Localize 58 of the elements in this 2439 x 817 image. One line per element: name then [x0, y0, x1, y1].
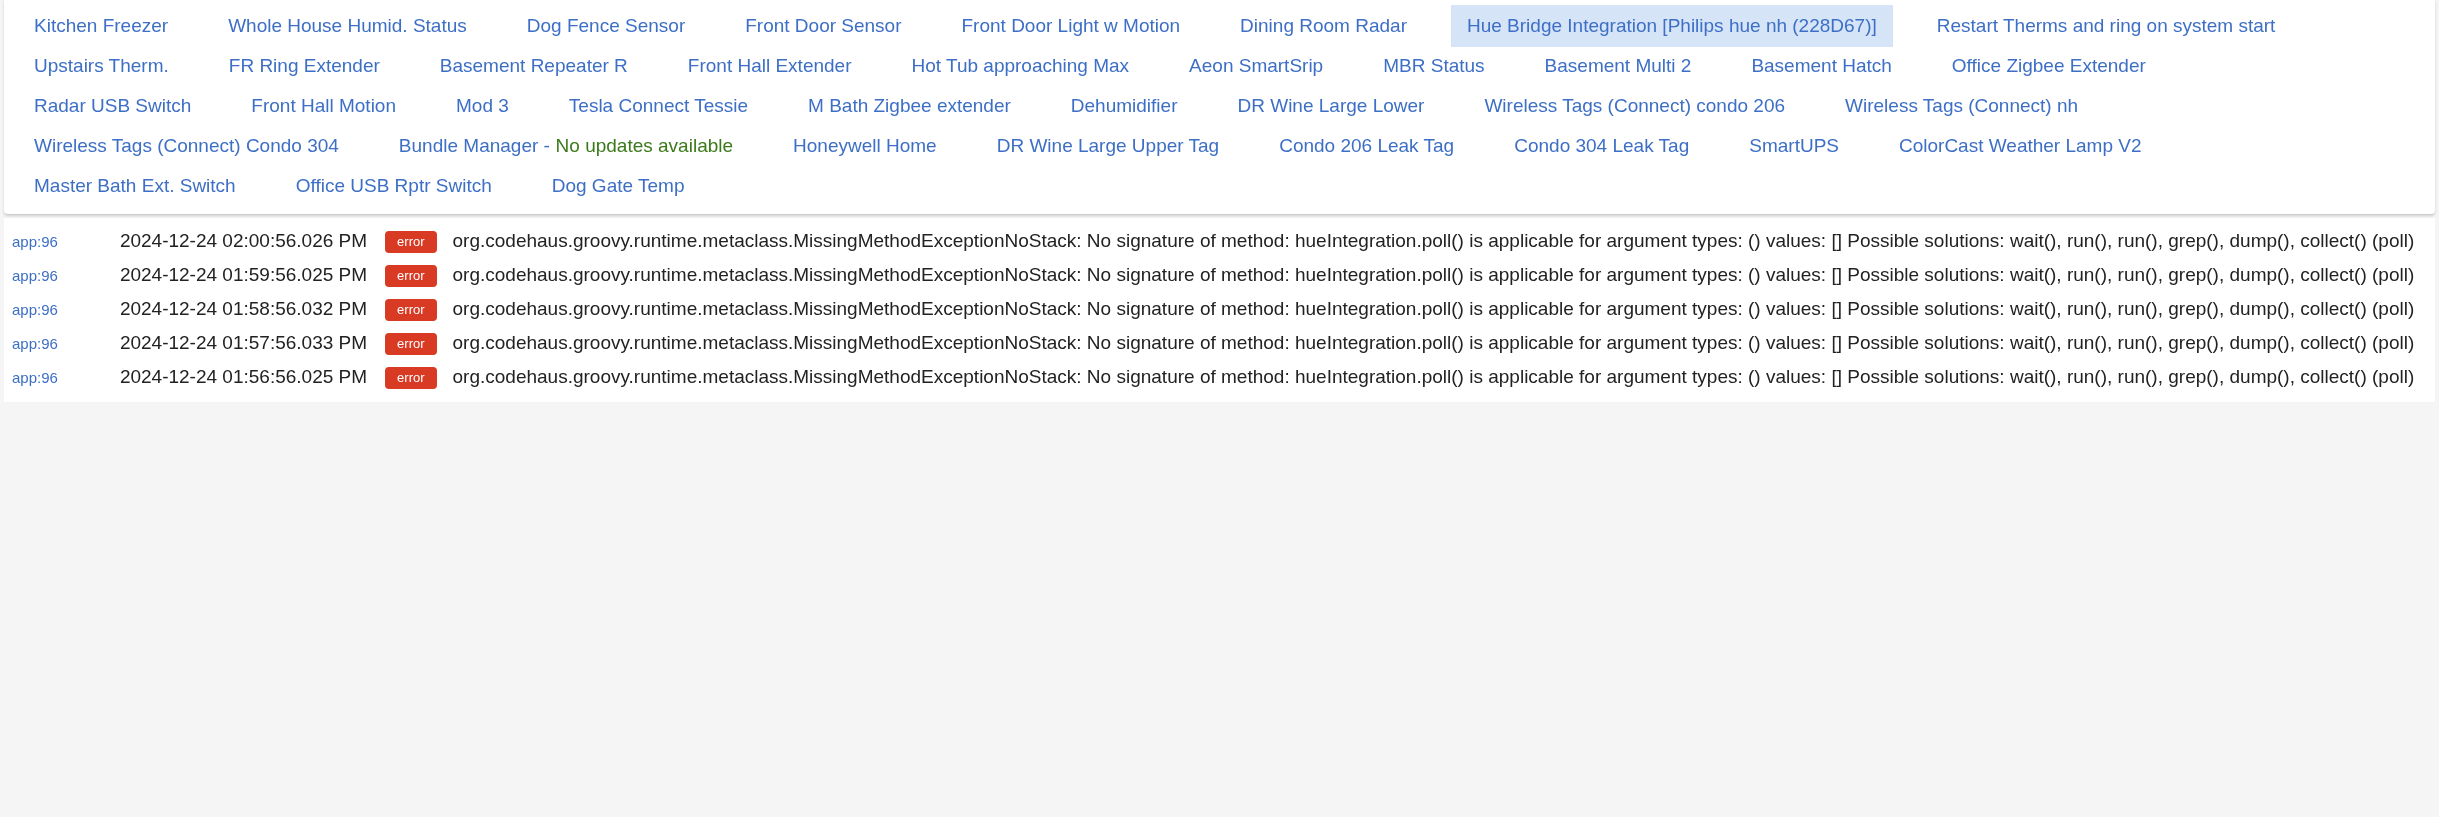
- app-tab[interactable]: Basement Repeater R: [423, 45, 644, 87]
- app-tab[interactable]: FR Ring Extender: [212, 45, 396, 87]
- app-tab[interactable]: M Bath Zigbee extender: [792, 85, 1027, 127]
- app-tab[interactable]: Wireless Tags (Connect) nh: [1829, 85, 2095, 127]
- app-tab[interactable]: Aeon SmartSrip: [1173, 45, 1340, 87]
- log-time: 2024-12-24 01:59:56.025 PM: [119, 264, 368, 285]
- log-message: org.codehaus.groovy.runtime.metaclass.MissingMethodExceptionNoStack: No signature of method: hueIntegration.poll() is applicable for argument types: () values: [] Possible solutions: wait(), run(), run(), grep(), dump(), collect() (poll): [452, 298, 2415, 319]
- app-tab[interactable]: Mod 3: [440, 85, 525, 127]
- level-badge: error: [385, 333, 437, 355]
- app-tab[interactable]: DR Wine Large Upper Tag: [980, 125, 1236, 167]
- app-tab[interactable]: Office Zigbee Extender: [1935, 45, 2162, 87]
- app-tab[interactable]: Condo 206 Leak Tag: [1263, 125, 1471, 167]
- app-tab[interactable]: MBR Status: [1367, 45, 1501, 87]
- level-badge: error: [385, 299, 437, 321]
- app-tab[interactable]: Restart Therms and ring on system start: [1920, 5, 2292, 47]
- app-tab[interactable]: Wireless Tags (Connect) condo 206: [1468, 85, 1802, 127]
- app-tab[interactable]: Whole House Humid. Status: [212, 5, 483, 47]
- source-link[interactable]: app:96: [12, 267, 58, 284]
- app-tab[interactable]: Basement Hatch: [1735, 45, 1908, 87]
- app-tab[interactable]: Hue Bridge Integration [Philips hue nh (228D67)]: [1450, 5, 1893, 47]
- log-time: 2024-12-24 01:56:56.025 PM: [119, 366, 368, 387]
- log-message: org.codehaus.groovy.runtime.metaclass.MissingMethodExceptionNoStack: No signature of method: hueIntegration.poll() is applicable for argument types: () values: [] Possible solutions: wait(), run(), run(), grep(), dump(), collect() (poll): [452, 230, 2415, 251]
- log-time: 2024-12-24 02:00:56.026 PM: [119, 230, 368, 251]
- log-time: 2024-12-24 01:58:56.032 PM: [119, 298, 368, 319]
- app-tab[interactable]: Upstairs Therm.: [18, 45, 185, 87]
- app-tab[interactable]: SmartUPS: [1733, 125, 1855, 167]
- log-message: org.codehaus.groovy.runtime.metaclass.MissingMethodExceptionNoStack: No signature of method: hueIntegration.poll() is applicable for argument types: () values: [] Possible solutions: wait(), run(), run(), grep(), dump(), collect() (poll): [452, 332, 2415, 353]
- app-tab[interactable]: Condo 304 Leak Tag: [1498, 125, 1706, 167]
- source-link[interactable]: app:96: [12, 369, 58, 386]
- app-tab[interactable]: Radar USB Switch: [18, 85, 208, 127]
- source-link[interactable]: app:96: [12, 233, 58, 250]
- app-tab[interactable]: Kitchen Freezer: [18, 5, 185, 47]
- app-tab[interactable]: ColorCast Weather Lamp V2: [1883, 125, 2158, 167]
- app-tab[interactable]: Hot Tub approaching Max: [895, 45, 1146, 87]
- source-link[interactable]: app:96: [12, 301, 58, 318]
- app-tab[interactable]: Tesla Connect Tessie: [552, 85, 765, 127]
- app-tab[interactable]: DR Wine Large Lower: [1221, 85, 1441, 127]
- app-tab[interactable]: Master Bath Ext. Switch: [18, 165, 252, 207]
- log-message: org.codehaus.groovy.runtime.metaclass.MissingMethodExceptionNoStack: No signature of method: hueIntegration.poll() is applicable for argument types: () values: [] Possible solutions: wait(), run(), run(), grep(), dump(), collect() (poll): [452, 264, 2415, 285]
- app-tab[interactable]: Honeywell Home: [777, 125, 953, 167]
- app-tab[interactable]: Front Hall Motion: [235, 85, 412, 127]
- app-tab[interactable]: Office USB Rptr Switch: [279, 165, 508, 207]
- app-tab[interactable]: Dehumidifier: [1054, 85, 1194, 127]
- app-tab[interactable]: Dog Fence Sensor: [510, 5, 702, 47]
- app-tab[interactable]: Front Door Light w Motion: [945, 5, 1197, 47]
- app-tab[interactable]: Wireless Tags (Connect) Condo 304: [18, 125, 355, 167]
- app-tab[interactable]: Front Hall Extender: [671, 45, 868, 87]
- level-badge: error: [385, 265, 437, 287]
- log-time: 2024-12-24 01:57:56.033 PM: [119, 332, 368, 353]
- app-tab[interactable]: Bundle Manager - No updates available: [382, 125, 750, 167]
- app-tab[interactable]: Dog Gate Temp: [535, 165, 701, 207]
- source-link[interactable]: app:96: [12, 335, 58, 352]
- app-tab[interactable]: Basement Multi 2: [1528, 45, 1708, 87]
- log-message: org.codehaus.groovy.runtime.metaclass.MissingMethodExceptionNoStack: No signature of method: hueIntegration.poll() is applicable for argument types: () values: [] Possible solutions: wait(), run(), run(), grep(), dump(), collect() (poll): [452, 366, 2415, 387]
- level-badge: error: [385, 231, 437, 253]
- level-badge: error: [385, 367, 437, 389]
- app-tab[interactable]: Front Door Sensor: [729, 5, 918, 47]
- app-tab[interactable]: Dining Room Radar: [1224, 5, 1423, 47]
